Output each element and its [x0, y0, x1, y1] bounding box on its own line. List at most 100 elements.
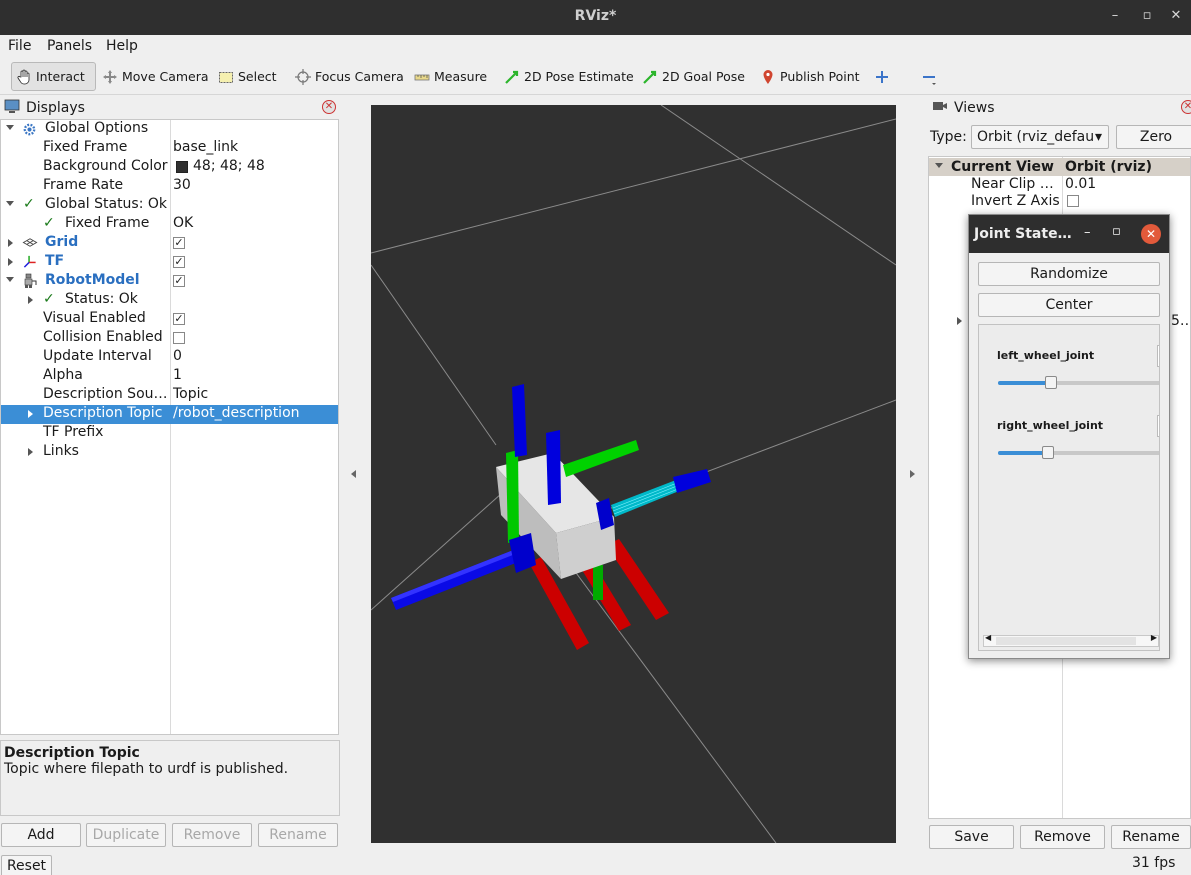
- measure-tool-button[interactable]: Measure: [410, 62, 491, 91]
- save-view-button[interactable]: Save: [929, 825, 1014, 849]
- green-arrow-icon: [642, 69, 658, 85]
- tree-value[interactable]: 30: [173, 177, 191, 193]
- close-views-icon[interactable]: ✕: [1181, 100, 1191, 114]
- minimize-icon[interactable]: –: [1107, 8, 1123, 24]
- remove-view-button[interactable]: Remove: [1020, 825, 1105, 849]
- expand-arrow-icon[interactable]: [6, 125, 14, 130]
- center-button[interactable]: Center: [978, 293, 1160, 317]
- scroll-right-icon[interactable]: ▶: [1151, 633, 1157, 642]
- tree-value[interactable]: Topic: [173, 386, 208, 402]
- slider-handle[interactable]: [1044, 376, 1057, 389]
- tree-row-tf-prefix[interactable]: TF Prefix: [1, 424, 338, 443]
- move-camera-icon: [102, 69, 118, 85]
- scrollbar-thumb[interactable]: [996, 637, 1136, 645]
- add-display-button[interactable]: Add: [1, 823, 81, 847]
- expand-arrow-icon[interactable]: [935, 163, 943, 168]
- description-title: Description Topic: [4, 745, 140, 761]
- collapse-arrow-icon[interactable]: [28, 448, 33, 456]
- minimize-icon[interactable]: –: [1084, 225, 1091, 240]
- tree-row-grid[interactable]: Grid ✓: [1, 234, 338, 253]
- collapse-right-panel-icon[interactable]: [910, 470, 915, 478]
- joint-slider[interactable]: [998, 446, 1159, 459]
- 3d-viewport[interactable]: [371, 105, 896, 843]
- collapse-arrow-icon[interactable]: [957, 317, 962, 325]
- tree-row-links[interactable]: Links: [1, 443, 338, 462]
- duplicate-display-button[interactable]: Duplicate: [86, 823, 166, 847]
- window-title: RViz*: [574, 8, 617, 24]
- tree-row-robot-model[interactable]: RobotModel ✓: [1, 272, 338, 291]
- close-icon[interactable]: ✕: [1168, 8, 1184, 24]
- zero-button[interactable]: Zero: [1116, 125, 1191, 149]
- collapse-arrow-icon[interactable]: [8, 258, 13, 266]
- robot-model-enabled-checkbox[interactable]: ✓: [173, 275, 185, 287]
- tree-value[interactable]: 1: [173, 367, 182, 383]
- select-tool-button[interactable]: Select: [214, 62, 281, 91]
- tree-row-alpha[interactable]: Alpha 1: [1, 367, 338, 386]
- tree-row-visual-enabled[interactable]: Visual Enabled ✓: [1, 310, 338, 329]
- horizontal-scrollbar[interactable]: ◀ ▶: [983, 633, 1159, 647]
- visual-enabled-checkbox[interactable]: ✓: [173, 313, 185, 325]
- tree-row-collision-enabled[interactable]: Collision Enabled: [1, 329, 338, 348]
- near-clip-value[interactable]: 0.01: [1065, 176, 1096, 192]
- tree-row-description-source[interactable]: Description Sou… Topic: [1, 386, 338, 405]
- color-swatch[interactable]: [176, 161, 188, 173]
- tree-row-frame-rate[interactable]: Frame Rate 30: [1, 177, 338, 196]
- scroll-left-icon[interactable]: ◀: [985, 633, 991, 642]
- focus-camera-tool-button[interactable]: Focus Camera: [291, 62, 408, 91]
- tree-row-background-color[interactable]: Background Color 48; 48; 48: [1, 158, 338, 177]
- displays-panel-header: Displays: [0, 97, 340, 118]
- collision-enabled-checkbox[interactable]: [173, 332, 185, 344]
- tree-value[interactable]: 0: [173, 348, 182, 364]
- tree-value[interactable]: /robot_description: [173, 405, 300, 421]
- menu-panels[interactable]: Panels: [47, 38, 92, 54]
- expand-arrow-icon[interactable]: [6, 201, 14, 206]
- tree-value[interactable]: 48; 48; 48: [193, 158, 265, 174]
- tree-row-tf[interactable]: TF ✓: [1, 253, 338, 272]
- interact-tool-button[interactable]: Interact: [11, 62, 96, 91]
- rename-display-button[interactable]: Rename: [258, 823, 338, 847]
- expand-arrow-icon[interactable]: [6, 277, 14, 282]
- tree-row-status-fixed-frame[interactable]: ✓ Fixed Frame OK: [1, 215, 338, 234]
- tf-enabled-checkbox[interactable]: ✓: [173, 256, 185, 268]
- goal-pose-tool-button[interactable]: 2D Goal Pose: [638, 62, 749, 91]
- tree-label: Visual Enabled: [43, 310, 146, 326]
- tree-row-status-ok[interactable]: ✓ Status: Ok: [1, 291, 338, 310]
- pose-estimate-tool-button[interactable]: 2D Pose Estimate: [500, 62, 638, 91]
- maximize-icon[interactable]: ▫: [1139, 8, 1155, 24]
- collapse-arrow-icon[interactable]: [8, 239, 13, 247]
- close-displays-icon[interactable]: ✕: [322, 100, 336, 114]
- slider-handle[interactable]: [1042, 446, 1055, 459]
- invert-z-checkbox[interactable]: [1067, 195, 1079, 207]
- maximize-icon[interactable]: ▫: [1112, 224, 1121, 239]
- current-view-row[interactable]: Current View Orbit (rviz): [929, 158, 1190, 176]
- tree-row-description-topic[interactable]: Description Topic /robot_description: [1, 405, 338, 424]
- tree-value[interactable]: base_link: [173, 139, 238, 155]
- randomize-button[interactable]: Randomize: [978, 262, 1160, 286]
- joint-slider[interactable]: [998, 376, 1159, 389]
- tree-row-global-options[interactable]: Global Options: [1, 120, 338, 139]
- tree-row-update-interval[interactable]: Update Interval 0: [1, 348, 338, 367]
- collapse-left-panel-icon[interactable]: [351, 470, 356, 478]
- remove-tool-button[interactable]: [917, 62, 941, 91]
- joint-value-field[interactable]: [1157, 345, 1159, 367]
- near-clip-label: Near Clip …: [971, 176, 1054, 192]
- collapse-arrow-icon[interactable]: [28, 410, 33, 418]
- add-tool-button[interactable]: [870, 62, 894, 91]
- joint-value-field[interactable]: [1157, 415, 1159, 437]
- close-icon[interactable]: ✕: [1141, 224, 1161, 244]
- publish-point-tool-button[interactable]: Publish Point: [756, 62, 864, 91]
- tree-row-fixed-frame[interactable]: Fixed Frame base_link: [1, 139, 338, 158]
- focus-camera-label: Focus Camera: [315, 69, 404, 84]
- current-view-label: Current View: [951, 159, 1054, 175]
- collapse-arrow-icon[interactable]: [28, 296, 33, 304]
- remove-display-button[interactable]: Remove: [172, 823, 252, 847]
- menu-help[interactable]: Help: [106, 38, 138, 54]
- menu-file[interactable]: File: [8, 38, 31, 54]
- rename-view-button[interactable]: Rename: [1111, 825, 1191, 849]
- reset-button[interactable]: Reset: [1, 855, 52, 875]
- tree-row-global-status[interactable]: ✓ Global Status: Ok: [1, 196, 338, 215]
- scene-render: [371, 105, 896, 843]
- view-type-dropdown[interactable]: Orbit (rviz_defau ▾: [971, 125, 1109, 149]
- grid-enabled-checkbox[interactable]: ✓: [173, 237, 185, 249]
- move-camera-tool-button[interactable]: Move Camera: [98, 62, 213, 91]
